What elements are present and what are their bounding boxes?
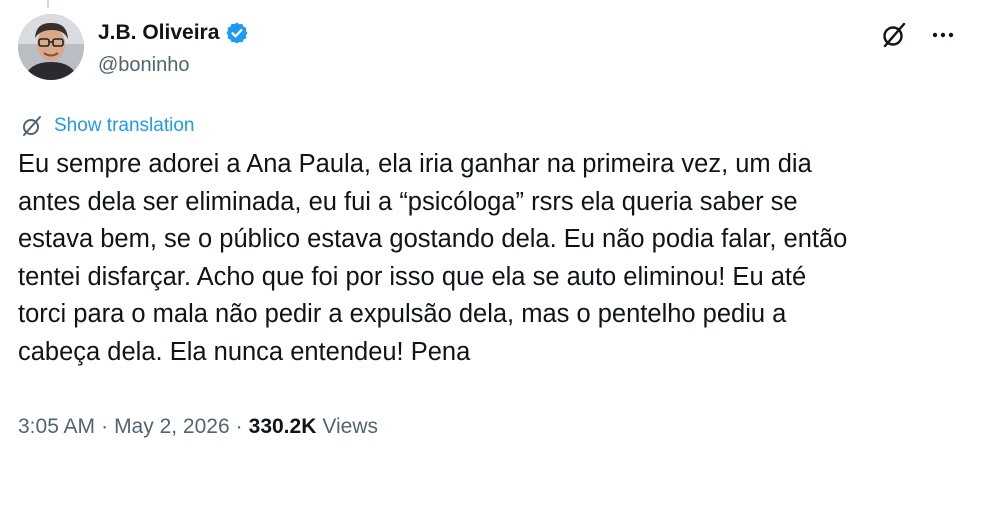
author-handle[interactable]: @boninho: [98, 54, 189, 77]
thread-connector-line: [47, 0, 49, 8]
meta-separator: ·: [235, 415, 243, 438]
views-count: 330.2K: [248, 415, 317, 438]
tweet-text-line: estava bem, se o público estava gostando…: [18, 225, 848, 254]
verified-badge-icon: [225, 21, 249, 45]
tweet-header-actions: [880, 18, 956, 52]
grok-icon[interactable]: [880, 21, 908, 49]
tweet-text: Eu sempre adorei a Ana Paula, ela iria g…: [18, 146, 978, 372]
more-horizontal-icon[interactable]: [930, 22, 956, 48]
tweet-text-line: antes dela ser eliminada, eu fui a “psic…: [18, 187, 798, 216]
tweet-text-line: cabeça dela. Ela nunca entendeu! Pena: [18, 337, 471, 366]
avatar[interactable]: [18, 14, 84, 80]
show-translation-link[interactable]: Show translation: [54, 115, 194, 137]
tweet-metadata: 3:05 AM · May 2, 2026 · 330.2K Views: [18, 410, 378, 444]
meta-separator: ·: [101, 415, 109, 438]
tweet-text-line: tentei disfarçar. Acho que foi por isso …: [18, 262, 807, 291]
tweet-timestamp-time[interactable]: 3:05 AM: [18, 415, 95, 439]
previous-content-edge: [0, 0, 1000, 8]
translate-icon: [20, 114, 44, 138]
tweet-text-line: torci para o mala não pedir a expulsão d…: [18, 300, 787, 329]
tweet-timestamp-date[interactable]: May 2, 2026: [114, 415, 230, 439]
tweet-text-line: Eu sempre adorei a Ana Paula, ela iria g…: [18, 150, 812, 178]
author-name-row: J.B. Oliveira: [98, 18, 249, 48]
avatar-photo: [18, 14, 84, 80]
translation-row: Show translation: [20, 112, 194, 140]
views-label: Views: [322, 415, 378, 438]
author-display-name[interactable]: J.B. Oliveira: [98, 21, 219, 45]
